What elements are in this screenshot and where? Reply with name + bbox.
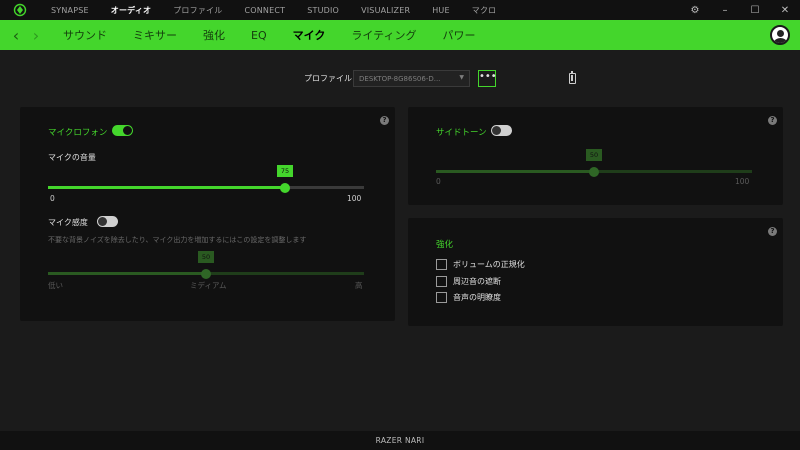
profile-dropdown[interactable]: DESKTOP-8G86S06-D... ▼ xyxy=(353,70,470,87)
topnav-connect[interactable]: CONNECT xyxy=(233,6,296,15)
microphone-panel: ? マイクロフォン マイクの音量 75 0 100 マイク感度 不要な背景ノイズ… xyxy=(20,107,395,321)
mic-sensitivity-thumb[interactable] xyxy=(201,268,211,279)
help-icon[interactable]: ? xyxy=(380,116,389,125)
device-footer: RAZER NARI xyxy=(0,431,800,450)
top-nav: SYNAPSE オーディオ プロファイル CONNECT STUDIO VISU… xyxy=(40,0,507,20)
tab-lighting[interactable]: ライティング xyxy=(338,27,429,43)
battery-icon xyxy=(569,71,576,84)
topnav-macros[interactable]: マクロ xyxy=(461,5,508,16)
sensitivity-high-label: 高 xyxy=(355,281,363,290)
tab-sound[interactable]: サウンド xyxy=(50,27,120,43)
checkbox-vocal-clarity[interactable]: 音声の明瞭度 xyxy=(436,292,501,303)
razer-logo-icon xyxy=(0,0,40,20)
sidetone-slider[interactable]: 50 xyxy=(436,149,752,177)
sidetone-toggle[interactable] xyxy=(491,125,512,136)
forward-arrow-icon[interactable]: › xyxy=(26,26,46,45)
checkbox-label: 周辺音の遮断 xyxy=(453,277,501,286)
checkbox-box[interactable] xyxy=(436,276,447,287)
topnav-studio[interactable]: STUDIO xyxy=(296,6,350,15)
mic-sensitivity-value: 50 xyxy=(198,251,214,263)
profile-more-button[interactable]: ••• xyxy=(478,70,497,87)
settings-gear-icon[interactable]: ⚙ xyxy=(680,5,710,16)
topnav-synapse[interactable]: SYNAPSE xyxy=(40,6,100,15)
checkbox-box[interactable] xyxy=(436,292,447,303)
mic-sensitivity-description: 不要な背景ノイズを除去したり、マイク出力を増加するにはこの設定を調整します xyxy=(48,236,307,244)
tab-mic[interactable]: マイク xyxy=(280,27,339,43)
help-icon[interactable]: ? xyxy=(768,227,777,236)
mic-volume-value: 75 xyxy=(277,165,293,177)
sidetone-title: サイドトーン xyxy=(436,128,487,138)
history-arrows: ‹ › xyxy=(0,26,50,45)
topnav-hue[interactable]: HUE xyxy=(421,6,461,15)
enhancement-title: 強化 xyxy=(436,240,454,250)
back-arrow-icon[interactable]: ‹ xyxy=(6,26,26,45)
chevron-down-icon: ▼ xyxy=(459,74,464,81)
maximize-icon[interactable]: ☐ xyxy=(740,5,770,16)
topnav-profiles[interactable]: プロファイル xyxy=(162,5,233,16)
tab-mixer[interactable]: ミキサー xyxy=(120,27,190,43)
microphone-toggle[interactable] xyxy=(112,125,133,136)
close-icon[interactable]: ✕ xyxy=(770,5,800,16)
mic-volume-label: マイクの音量 xyxy=(48,153,96,162)
checkbox-box[interactable] xyxy=(436,259,447,270)
enhancement-panel: ? 強化 ボリュームの正規化 周辺音の遮断 音声の明瞭度 xyxy=(408,218,783,326)
mic-sensitivity-toggle[interactable] xyxy=(97,216,118,227)
sensitivity-low-label: 低い xyxy=(48,281,63,290)
checkbox-label: 音声の明瞭度 xyxy=(453,293,501,302)
tab-eq[interactable]: EQ xyxy=(238,29,280,42)
profile-row: プロファイル DESKTOP-8G86S06-D... ▼ ••• xyxy=(0,70,800,88)
checkbox-volume-normalization[interactable]: ボリュームの正規化 xyxy=(436,259,525,270)
user-avatar-icon[interactable] xyxy=(770,25,790,45)
top-bar: SYNAPSE オーディオ プロファイル CONNECT STUDIO VISU… xyxy=(0,0,800,20)
mic-volume-max: 100 xyxy=(347,194,362,203)
help-icon[interactable]: ? xyxy=(768,116,777,125)
mic-sensitivity-label: マイク感度 xyxy=(48,218,88,227)
mic-volume-thumb[interactable] xyxy=(280,182,290,193)
sidetone-thumb[interactable] xyxy=(589,166,599,177)
sidetone-panel: ? サイドトーン 50 0 100 xyxy=(408,107,783,205)
sidetone-max: 100 xyxy=(735,177,750,186)
window-controls: ⚙ – ☐ ✕ xyxy=(680,0,800,20)
tab-enhancement[interactable]: 強化 xyxy=(190,27,238,43)
checkbox-label: ボリュームの正規化 xyxy=(453,260,525,269)
profile-selected-value: DESKTOP-8G86S06-D... xyxy=(359,75,441,83)
microphone-title: マイクロフォン xyxy=(48,128,108,138)
topnav-audio[interactable]: オーディオ xyxy=(100,5,162,16)
tab-power[interactable]: パワー xyxy=(430,27,489,43)
sub-nav: サウンド ミキサー 強化 EQ マイク ライティング パワー xyxy=(50,20,489,50)
checkbox-ambient-noise-reduction[interactable]: 周辺音の遮断 xyxy=(436,276,501,287)
profile-label: プロファイル xyxy=(304,74,352,83)
minimize-icon[interactable]: – xyxy=(710,5,740,16)
sidetone-value: 50 xyxy=(586,149,602,161)
mic-sensitivity-slider[interactable]: 50 xyxy=(48,251,364,279)
mic-volume-slider[interactable]: 75 xyxy=(48,165,364,193)
sub-nav-bar: ‹ › サウンド ミキサー 強化 EQ マイク ライティング パワー xyxy=(0,20,800,50)
topnav-visualizer[interactable]: VISUALIZER xyxy=(350,6,421,15)
sidetone-min: 0 xyxy=(436,177,441,186)
sensitivity-medium-label: ミディアム xyxy=(190,281,227,290)
mic-volume-min: 0 xyxy=(50,194,55,203)
